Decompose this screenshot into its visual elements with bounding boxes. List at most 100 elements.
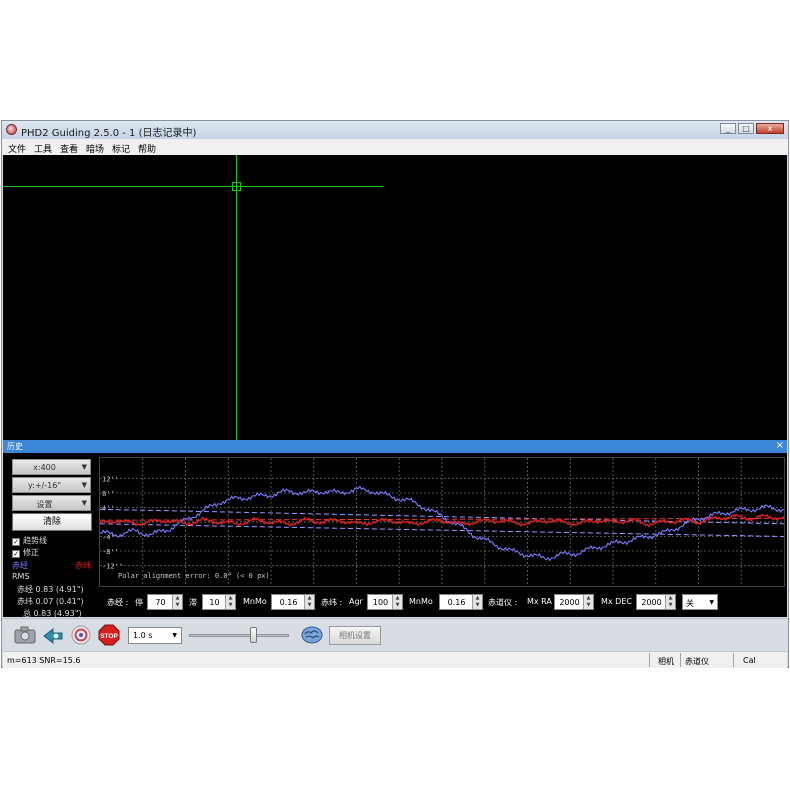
brain-icon[interactable] (300, 623, 324, 647)
chevron-down-icon: ▼ (81, 481, 87, 489)
spin-arrows-icon[interactable]: ▲ ▼ (472, 595, 482, 609)
menu-darks[interactable]: 暗场 (86, 142, 104, 155)
ra-minmo-value: 0.16 (279, 598, 298, 607)
status-divider (680, 653, 681, 667)
status-divider (649, 653, 650, 667)
ra-aggression-spinner[interactable]: 10 ▲ ▼ (202, 594, 236, 610)
stop-label: STOP (100, 633, 118, 640)
close-button[interactable]: x (756, 123, 784, 134)
mx-ra-value: 2000 (559, 598, 580, 607)
corrections-checkbox[interactable]: ✓ 修正 (12, 547, 39, 558)
app-window: PHD2 Guiding 2.5.0 - 1 (日志记录中) _ □ x 文件 … (1, 120, 789, 668)
ra-minmo-spinner[interactable]: 0.16 ▲ ▼ (271, 594, 315, 610)
dec-minmo-value: 0.16 (447, 598, 466, 607)
dec-legend-label: 赤纬 (75, 561, 91, 570)
loop-icon[interactable] (41, 623, 65, 647)
status-camera: 相机 (658, 657, 674, 666)
graph-settings-dropdown[interactable]: 设置 ▼ (12, 495, 91, 511)
chevron-down-icon: ▼ (81, 499, 87, 507)
status-calibration: Cal (743, 656, 756, 665)
mx-dec-spinner[interactable]: 2000 ▲ ▼ (636, 594, 676, 610)
gamma-slider-track[interactable] (189, 634, 289, 637)
stop-icon[interactable]: STOP (97, 623, 121, 647)
main-toolbar: STOP 1.0 s ▼ 相机设置 (3, 618, 787, 651)
spin-arrows-icon[interactable]: ▲ ▼ (392, 595, 402, 609)
spin-arrows-icon[interactable]: ▲ ▼ (225, 595, 235, 609)
menu-bookmarks[interactable]: 标记 (112, 142, 130, 155)
ra-params-label: 赤经 : (107, 598, 129, 607)
ra-aggression-value: 10 (209, 598, 220, 607)
ra-hysteresis-spinner[interactable]: 70 ▲ ▼ (147, 594, 183, 610)
camera-icon[interactable] (13, 623, 37, 647)
minimize-button[interactable]: _ (720, 123, 736, 134)
exposure-value: 1.0 s (133, 631, 153, 640)
trendlines-label: 趋势线 (23, 536, 47, 545)
ra-legend-label: 赤经 (12, 561, 28, 570)
guide-target-icon[interactable] (69, 623, 93, 647)
window-title: PHD2 Guiding 2.5.0 - 1 (日志记录中) (21, 128, 197, 139)
dec-minmo-spinner[interactable]: 0.16 ▲ ▼ (439, 594, 483, 610)
camera-settings-button[interactable]: 相机设置 (329, 626, 381, 645)
menu-bar: 文件 工具 查看 暗场 标记 帮助 (2, 139, 788, 155)
chart-svg: 12'' 8'' 4'' -4'' -8'' -12'' (100, 458, 784, 586)
crosshair-vertical (236, 155, 237, 440)
y-tick-label: 4'' (102, 505, 115, 513)
mx-ra-spinner[interactable]: 2000 ▲ ▼ (554, 594, 594, 610)
menu-tools[interactable]: 工具 (34, 142, 52, 155)
y-tick-label: -4'' (102, 534, 119, 542)
guide-parameters-row: 赤经 : 停 70 ▲ ▼ 滞 10 ▲ ▼ MnMo 0.16 ▲ ▼ 赤纬 : Agr … (99, 592, 787, 612)
crosshair-horizontal (3, 186, 383, 187)
rms-title: RMS (12, 572, 30, 581)
polar-alignment-text: Polar alignment error: 0.0° (< 0 px) (118, 572, 270, 580)
ra-agg-label: 滞 (189, 598, 197, 607)
y-tick-label: 12'' (102, 476, 119, 484)
y-tick-label: -8'' (102, 548, 119, 556)
menu-file[interactable]: 文件 (8, 142, 26, 155)
clear-button[interactable]: 清除 (12, 513, 92, 531)
spin-arrows-icon[interactable]: ▲ ▼ (665, 595, 675, 609)
exposure-select[interactable]: 1.0 s ▼ (128, 627, 182, 644)
mx-dec-value: 2000 (641, 598, 662, 607)
guide-history-chart[interactable]: 12'' 8'' 4'' -4'' -8'' -12'' Polar alignment … (99, 457, 785, 587)
status-mount: 赤道仪 (685, 657, 709, 666)
corrections-label: 修正 (23, 548, 39, 557)
spin-arrows-icon[interactable]: ▲ ▼ (583, 595, 593, 609)
gamma-slider-thumb[interactable] (250, 627, 257, 643)
chevron-down-icon: ▼ (81, 463, 87, 471)
x-scale-dropdown[interactable]: x:400 ▼ (12, 459, 91, 475)
ra-hyst-label: 停 (135, 598, 143, 607)
y-tick-label: -12'' (102, 563, 123, 571)
y-scale-value: y:+/-16" (28, 481, 61, 490)
spin-arrows-icon[interactable]: ▲ ▼ (172, 595, 182, 609)
dec-aggression-spinner[interactable]: 100 ▲ ▼ (367, 594, 403, 610)
phd2-app-icon (6, 124, 17, 135)
spin-arrows-icon[interactable]: ▲ ▼ (304, 595, 314, 609)
dec-params-label: 赤纬 : (321, 598, 343, 607)
mount-params-label: 赤道仪 : (488, 598, 518, 607)
camera-view[interactable] (3, 155, 787, 440)
menu-view[interactable]: 查看 (60, 142, 78, 155)
dec-minmo-label: MnMo (409, 597, 433, 606)
x-scale-value: x:400 (33, 463, 56, 472)
maximize-button[interactable]: □ (738, 123, 754, 134)
status-divider (733, 653, 734, 667)
title-bar[interactable]: PHD2 Guiding 2.5.0 - 1 (日志记录中) _ □ x (2, 121, 788, 139)
graph-settings-label: 设置 (36, 500, 53, 509)
ra-minmo-label: MnMo (243, 597, 267, 606)
guide-star-box[interactable] (232, 182, 241, 191)
ra-hysteresis-value: 70 (155, 598, 166, 607)
mx-dec-label: Mx DEC (601, 597, 632, 606)
trendlines-checkbox[interactable]: ✓ 趋势线 (12, 535, 47, 546)
dec-agr-label: Agr (349, 597, 363, 606)
dec-mode-select[interactable]: 关 ▼ (682, 594, 718, 610)
status-bar: m=613 SNR=15.6 相机 赤道仪 Cal (3, 651, 787, 668)
rms-ra: 赤经 0.83 (4.91") (17, 585, 84, 594)
dec-aggression-value: 100 (372, 598, 389, 607)
y-scale-dropdown[interactable]: y:+/-16" ▼ (12, 477, 91, 493)
history-close-icon[interactable]: × (776, 440, 784, 451)
chevron-down-icon: ▼ (709, 599, 714, 606)
history-panel-title: 历史 (7, 442, 23, 451)
menu-help[interactable]: 帮助 (138, 142, 156, 155)
y-tick-label: 8'' (102, 490, 115, 498)
rms-dec: 赤纬 0.07 (0.41") (17, 597, 84, 606)
